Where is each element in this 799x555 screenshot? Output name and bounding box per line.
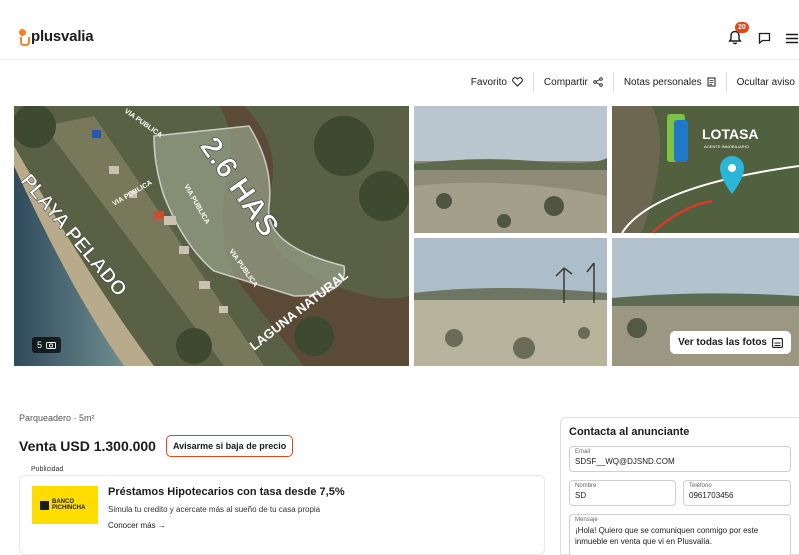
ad-description: Simula tu credito y acercate más al sueñ… xyxy=(108,505,321,514)
favorite-button[interactable]: Favorito xyxy=(461,72,534,92)
aerial-map-image: 2.6 HAS PLAYA PELADO LAGUNA NATURAL VIA … xyxy=(14,106,409,366)
top-header: plusvalia 20 xyxy=(0,0,799,60)
contact-form: Contacta al anunciante Email SDSF__WQ@DJ… xyxy=(560,417,799,555)
advertisement: Publicidad BANCO PICHINCHA Préstamos Hip… xyxy=(19,466,545,555)
bank-name: BANCO PICHINCHA xyxy=(52,499,85,511)
name-label: Nombre xyxy=(575,483,597,489)
listing-price: Venta USD 1.300.000 xyxy=(19,438,156,454)
notifications-badge: 20 xyxy=(735,22,749,33)
ad-learn-more-link[interactable]: Conocer más → xyxy=(108,521,166,530)
price-row: Venta USD 1.300.000 Avisarme si baja de … xyxy=(19,435,294,457)
name-field[interactable]: Nombre SD xyxy=(569,480,676,506)
photo-count-value: 5 xyxy=(37,340,43,350)
gallery-thumb-4[interactable]: Ver todas las fotos xyxy=(612,238,799,366)
gallery-icon xyxy=(772,337,783,348)
ad-card[interactable]: BANCO PICHINCHA Préstamos Hipotecarios c… xyxy=(19,475,545,555)
phone-label: Teléfono xyxy=(689,483,712,489)
share-label: Compartir xyxy=(543,76,588,88)
hide-label: Ocultar aviso xyxy=(736,76,795,88)
plusvalia-logo[interactable]: plusvalia xyxy=(18,28,94,46)
note-icon xyxy=(707,77,716,87)
ad-title: Préstamos Hipotecarios con tasa desde 7,… xyxy=(108,486,345,498)
listing-features: Parqueadero · 5m² xyxy=(19,413,95,423)
share-button[interactable]: Compartir xyxy=(534,72,614,92)
logo-text: plusvalia xyxy=(31,28,94,45)
plusvalia-logo-mark-icon xyxy=(18,28,30,46)
heart-icon xyxy=(512,77,523,87)
hide-listing-button[interactable]: Ocultar aviso xyxy=(727,72,799,92)
listing-actions: Favorito Compartir Notas personales Ocul… xyxy=(461,72,799,92)
message-label: Mensaje xyxy=(575,517,598,523)
gallery-thumb-3[interactable] xyxy=(414,238,607,366)
message-field[interactable]: Mensaje ¡Hola! Quiero que se comuniquen … xyxy=(569,514,791,555)
personal-notes-button[interactable]: Notas personales xyxy=(614,72,727,92)
lotasa-logo-subtext: AGENTE INMOBILIARIO xyxy=(704,144,749,149)
see-all-photos-label: Ver todas las fotos xyxy=(678,337,767,348)
main-aerial-photo[interactable]: 2.6 HAS PLAYA PELADO LAGUNA NATURAL VIA … xyxy=(14,106,409,366)
email-field[interactable]: Email SDSF__WQ@DJSND.COM xyxy=(569,446,791,472)
lotasa-logo-text: LOTASA xyxy=(702,126,759,142)
phone-value: 0961703456 xyxy=(689,491,734,500)
name-value: SD xyxy=(575,491,587,500)
photo-count-badge[interactable]: 5 xyxy=(32,337,62,353)
ad-tag: Publicidad xyxy=(31,466,64,473)
dunes-photo-1 xyxy=(414,106,607,233)
bank-name-line2: PICHINCHA xyxy=(52,505,86,511)
price-drop-alert-button[interactable]: Avisarme si baja de precio xyxy=(165,435,294,457)
bank-logo-mark-icon xyxy=(40,500,49,510)
gallery-thumb-2[interactable]: LOTASA AGENTE INMOBILIARIO xyxy=(612,106,799,233)
menu-icon[interactable] xyxy=(785,33,799,44)
share-icon xyxy=(593,77,603,87)
email-label: Email xyxy=(575,449,591,455)
photo-gallery: 2.6 HAS PLAYA PELADO LAGUNA NATURAL VIA … xyxy=(14,106,799,366)
header-icons: 20 xyxy=(728,22,799,46)
flag-icon[interactable] xyxy=(758,32,771,44)
camera-icon xyxy=(46,342,56,349)
message-value: ¡Hola! Quiero que se comuniquen conmigo … xyxy=(575,526,759,546)
see-all-photos-button[interactable]: Ver todas las fotos xyxy=(670,331,791,354)
favorite-label: Favorito xyxy=(470,76,507,88)
phone-field[interactable]: Teléfono 0961703456 xyxy=(683,480,791,506)
email-value: SDSF__WQ@DJSND.COM xyxy=(575,457,675,466)
contact-title: Contacta al anunciante xyxy=(569,426,690,438)
banco-pichincha-logo: BANCO PICHINCHA xyxy=(32,486,98,524)
gallery-thumb-1[interactable] xyxy=(414,106,607,233)
notifications-bell-icon[interactable]: 20 xyxy=(728,22,749,46)
dunes-photo-2 xyxy=(414,238,607,366)
lotasa-map-photo: LOTASA AGENTE INMOBILIARIO xyxy=(612,106,799,233)
notes-label: Notas personales xyxy=(623,76,702,88)
